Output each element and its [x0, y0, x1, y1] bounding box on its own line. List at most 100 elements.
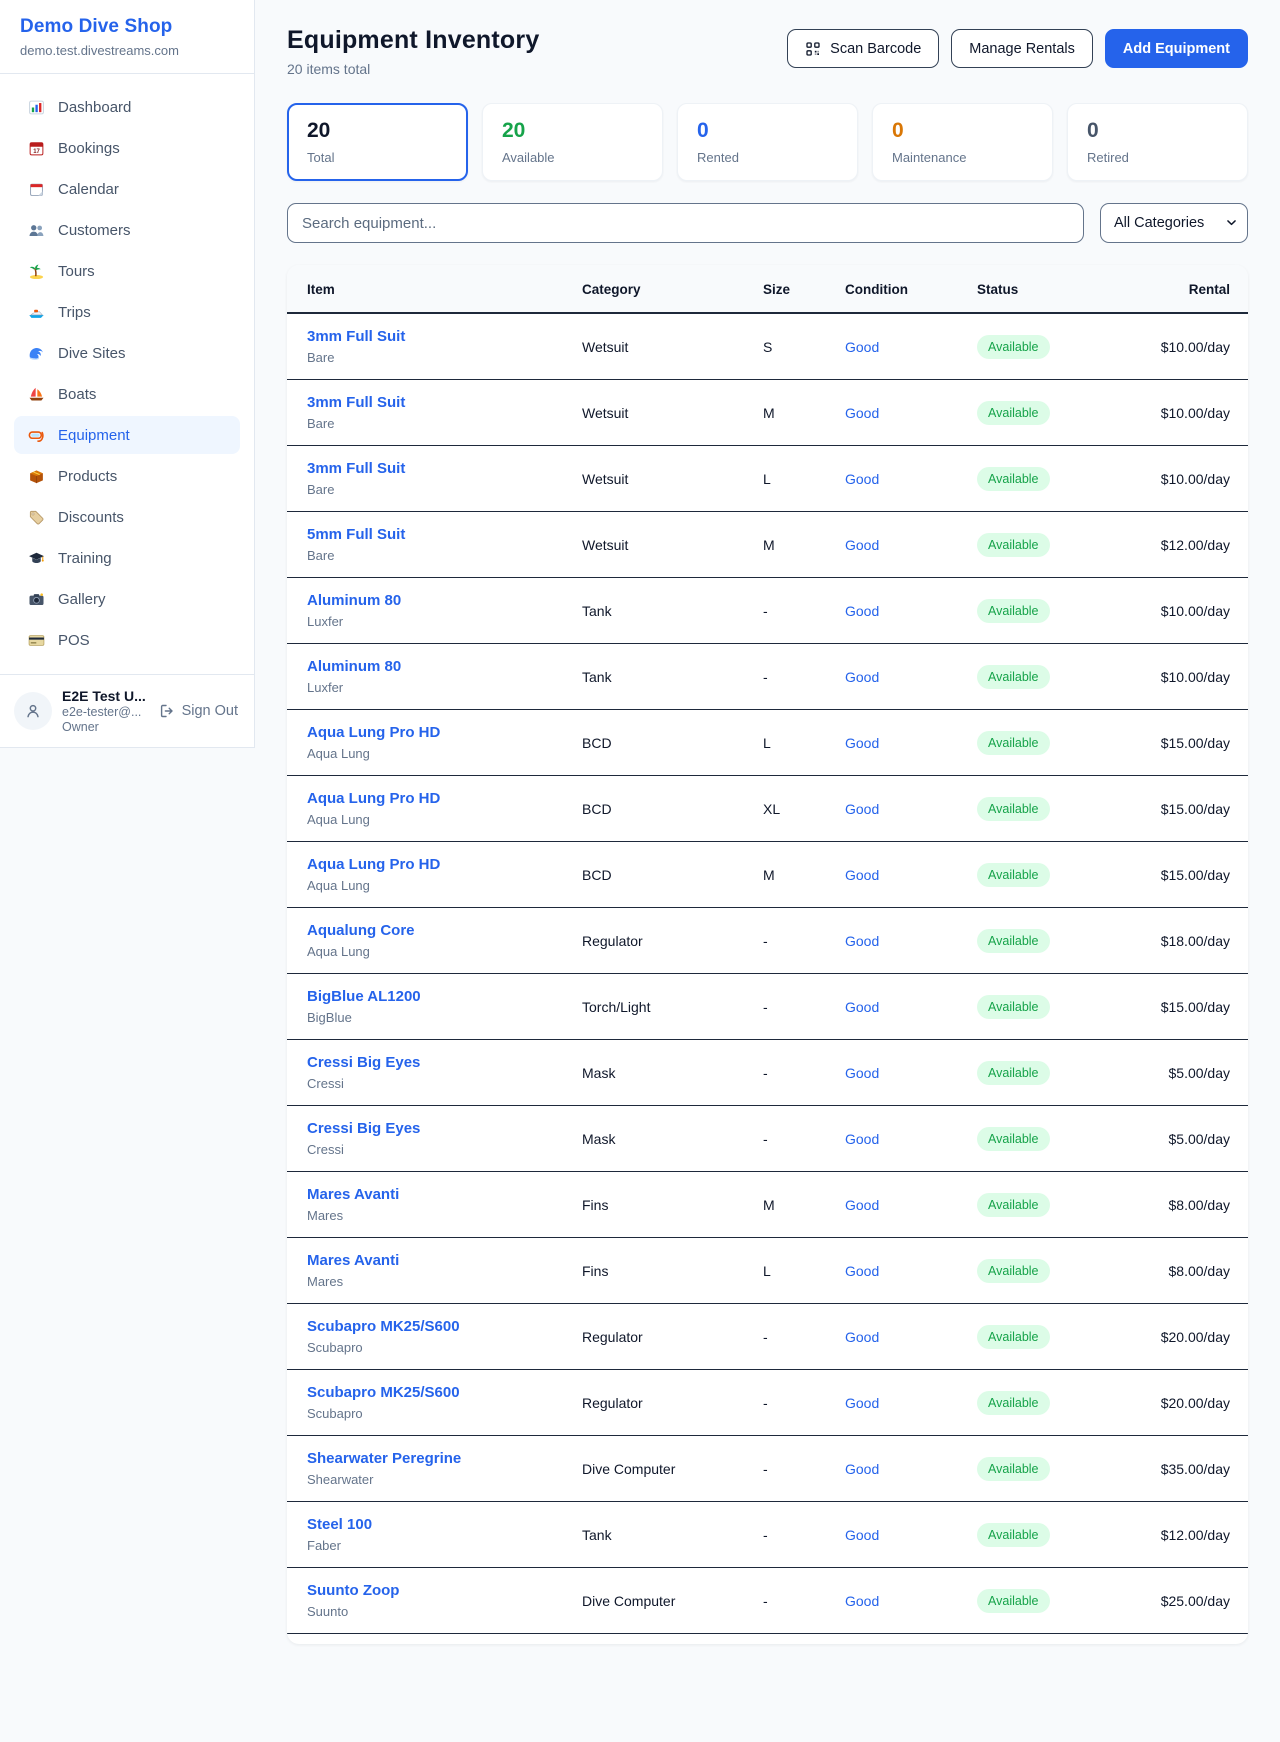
stat-label: Retired — [1087, 150, 1228, 165]
camera-icon — [27, 590, 45, 608]
item-condition-link[interactable]: Good — [845, 1263, 879, 1279]
item-condition-link[interactable]: Good — [845, 933, 879, 949]
item-name-link[interactable]: Suunto Zoop — [307, 1582, 576, 1599]
item-condition-link[interactable]: Good — [845, 1065, 879, 1081]
item-name-link[interactable]: 3mm Full Suit — [307, 394, 576, 411]
item-name-link[interactable]: Steel 100 — [307, 1516, 576, 1533]
sidebar-item-training[interactable]: Training — [14, 539, 240, 577]
sidebar-item-bookings[interactable]: 17 Bookings — [14, 129, 240, 167]
stat-value: 20 — [502, 119, 643, 143]
stat-card[interactable]: 0 Retired — [1067, 103, 1248, 181]
category-filter[interactable]: All Categories — [1100, 203, 1248, 243]
item-name-link[interactable]: BigBlue AL1200 — [307, 988, 576, 1005]
sidebar-item-equipment[interactable]: Equipment — [14, 416, 240, 454]
item-brand: Mares — [307, 1274, 576, 1289]
package-icon — [27, 467, 45, 485]
sidebar-item-customers[interactable]: Customers — [14, 211, 240, 249]
item-condition-link[interactable]: Good — [845, 669, 879, 685]
sidebar-item-products[interactable]: Products — [14, 457, 240, 495]
item-condition-link[interactable]: Good — [845, 1593, 879, 1609]
item-brand: Aqua Lung — [307, 812, 576, 827]
item-condition-link[interactable]: Good — [845, 339, 879, 355]
item-name-link[interactable]: Scubapro MK25/S600 — [307, 1318, 576, 1335]
sidebar-item-discounts[interactable]: Discounts — [14, 498, 240, 536]
item-name-link[interactable]: Scubapro MK25/S600 — [307, 1384, 576, 1401]
user-block: E2E Test U... e2e-tester@... Owner Sign … — [0, 674, 254, 747]
sign-out-label: Sign Out — [182, 703, 238, 719]
sign-out-button[interactable]: Sign Out — [159, 703, 240, 719]
item-size: M — [763, 842, 845, 908]
item-brand: Aqua Lung — [307, 746, 576, 761]
sidebar-item-dive-sites[interactable]: Dive Sites — [14, 334, 240, 372]
status-badge: Available — [977, 599, 1050, 623]
table-body: 3mm Full Suit Bare Wetsuit S Good Availa… — [287, 313, 1248, 1634]
palm-tree-icon — [27, 262, 45, 280]
add-equipment-button[interactable]: Add Equipment — [1105, 29, 1248, 68]
item-size: - — [763, 578, 845, 644]
stat-value: 0 — [1087, 119, 1228, 143]
sidebar-item-label: Dive Sites — [58, 345, 126, 362]
item-size: M — [763, 380, 845, 446]
item-rental-rate: $10.00/day — [1127, 446, 1248, 512]
item-name-link[interactable]: Aqualung Core — [307, 922, 576, 939]
item-name-link[interactable]: Aqua Lung Pro HD — [307, 724, 576, 741]
sidebar-item-label: Tours — [58, 263, 95, 280]
item-condition-link[interactable]: Good — [845, 1527, 879, 1543]
user-meta: E2E Test U... e2e-tester@... Owner — [62, 688, 149, 734]
item-size: S — [763, 313, 845, 380]
sidebar-item-calendar[interactable]: Calendar — [14, 170, 240, 208]
item-condition-link[interactable]: Good — [845, 867, 879, 883]
sidebar-item-label: Dashboard — [58, 99, 131, 116]
sidebar-item-gallery[interactable]: Gallery — [14, 580, 240, 618]
wave-icon — [27, 344, 45, 362]
item-name-link[interactable]: Aluminum 80 — [307, 658, 576, 675]
sidebar-item-label: POS — [58, 632, 90, 649]
item-condition-link[interactable]: Good — [845, 999, 879, 1015]
stat-card[interactable]: 0 Maintenance — [872, 103, 1053, 181]
item-name-link[interactable]: Mares Avanti — [307, 1186, 576, 1203]
item-condition-link[interactable]: Good — [845, 471, 879, 487]
item-brand: Scubapro — [307, 1406, 576, 1421]
item-name-link[interactable]: Cressi Big Eyes — [307, 1120, 576, 1137]
item-condition-link[interactable]: Good — [845, 1197, 879, 1213]
stat-card[interactable]: 20 Available — [482, 103, 663, 181]
manage-rentals-button[interactable]: Manage Rentals — [951, 29, 1093, 68]
item-name-link[interactable]: Aqua Lung Pro HD — [307, 790, 576, 807]
item-condition-link[interactable]: Good — [845, 1461, 879, 1477]
table-row: Scubapro MK25/S600 Scubapro Regulator - … — [287, 1304, 1248, 1370]
item-name-link[interactable]: Aqua Lung Pro HD — [307, 856, 576, 873]
sidebar-item-pos[interactable]: POS — [14, 621, 240, 659]
item-condition-link[interactable]: Good — [845, 603, 879, 619]
item-name-link[interactable]: Mares Avanti — [307, 1252, 576, 1269]
item-condition-link[interactable]: Good — [845, 801, 879, 817]
item-rental-rate: $35.00/day — [1127, 1436, 1248, 1502]
item-condition-link[interactable]: Good — [845, 537, 879, 553]
item-condition-link[interactable]: Good — [845, 1395, 879, 1411]
scan-barcode-button[interactable]: Scan Barcode — [787, 29, 939, 68]
item-condition-link[interactable]: Good — [845, 735, 879, 751]
item-name-link[interactable]: Aluminum 80 — [307, 592, 576, 609]
item-condition-link[interactable]: Good — [845, 405, 879, 421]
item-rental-rate: $20.00/day — [1127, 1370, 1248, 1436]
item-name-link[interactable]: 5mm Full Suit — [307, 526, 576, 543]
table-row: 3mm Full Suit Bare Wetsuit S Good Availa… — [287, 313, 1248, 380]
item-name-link[interactable]: 3mm Full Suit — [307, 328, 576, 345]
sidebar-item-boats[interactable]: Boats — [14, 375, 240, 413]
col-header-item: Item — [287, 265, 582, 313]
sidebar-item-dashboard[interactable]: Dashboard — [14, 88, 240, 126]
item-condition-link[interactable]: Good — [845, 1131, 879, 1147]
item-name-link[interactable]: Shearwater Peregrine — [307, 1450, 576, 1467]
item-condition-link[interactable]: Good — [845, 1329, 879, 1345]
table-row: Cressi Big Eyes Cressi Mask - Good Avail… — [287, 1106, 1248, 1172]
item-brand: Bare — [307, 350, 576, 365]
item-name-link[interactable]: Cressi Big Eyes — [307, 1054, 576, 1071]
stat-card[interactable]: 0 Rented — [677, 103, 858, 181]
item-brand: Scubapro — [307, 1340, 576, 1355]
search-input[interactable] — [287, 203, 1084, 243]
sidebar-item-trips[interactable]: Trips — [14, 293, 240, 331]
item-size: L — [763, 1238, 845, 1304]
sidebar-item-tours[interactable]: Tours — [14, 252, 240, 290]
sidebar-item-label: Training — [58, 550, 112, 567]
stat-card[interactable]: 20 Total — [287, 103, 468, 181]
item-name-link[interactable]: 3mm Full Suit — [307, 460, 576, 477]
